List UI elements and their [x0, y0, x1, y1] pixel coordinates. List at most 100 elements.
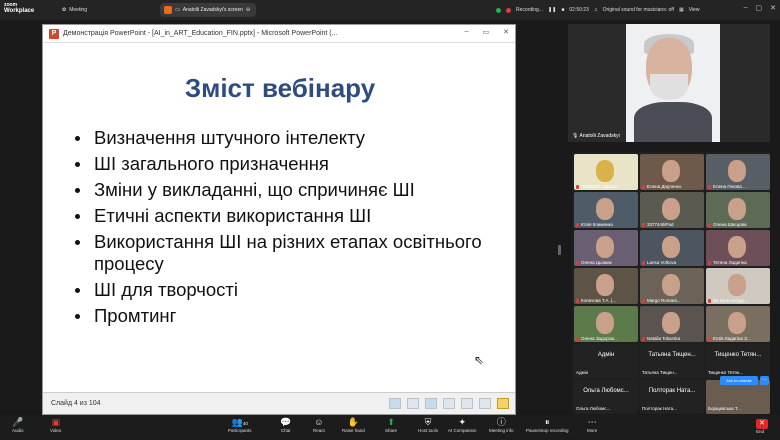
muted-mic-icon — [708, 298, 711, 303]
audio-button[interactable]: 🎤 Audio — [12, 417, 24, 438]
participant-tile[interactable]: Борщевська Т... — [706, 380, 770, 414]
participant-tile[interactable]: Копачова Т.А. (... — [574, 268, 638, 304]
pp-minimize-icon[interactable]: – — [465, 28, 469, 36]
muted-mic-icon — [642, 336, 645, 341]
powerpoint-statusbar: Слайд 4 из 104 — [43, 392, 515, 414]
raise-hand-button[interactable]: ✋ Raise hand — [342, 417, 365, 438]
ai-companion-label: AI Companion — [448, 428, 477, 433]
participant-tile[interactable]: Larisa Volkova — [640, 230, 704, 266]
participant-tile[interactable]: Елена Дядченко — [640, 154, 704, 190]
slide-bullets: Визначення штучного інтелекту ШІ загальн… — [73, 127, 503, 331]
panel-splitter[interactable] — [558, 245, 561, 255]
participant-name: Юлія Клименко — [581, 222, 614, 227]
muted-mic-icon — [576, 260, 579, 265]
end-icon[interactable]: ✕ — [756, 419, 768, 429]
mic-icon: 🎙 — [572, 133, 579, 139]
menu-icon[interactable] — [407, 398, 419, 409]
participants-icon: 👥40 — [231, 417, 248, 427]
participant-name: Тетяна Ладигіна — [713, 260, 747, 265]
pp-close-icon[interactable]: ✕ — [503, 28, 509, 36]
pause-icon[interactable]: ❚❚ — [548, 7, 556, 13]
participant-tile[interactable]: 3377448iPad — [640, 192, 704, 228]
participants-button[interactable]: 👥40 Participants — [228, 417, 252, 438]
reading-view-icon[interactable] — [479, 398, 491, 409]
participant-tile[interactable]: Юлія Клименко — [574, 192, 638, 228]
slide-sorter-icon[interactable] — [461, 398, 473, 409]
participant-tile[interactable]: Natalia Tokarska — [640, 306, 704, 342]
host-tools-button[interactable]: ⛨ Host tools — [418, 417, 438, 438]
participant-name: Олена Цьомак — [581, 260, 612, 265]
active-speaker-video[interactable]: 🎙 Anatolii Zavadskyi — [568, 24, 770, 142]
participant-name: ОНИЩУК Лариса — [581, 184, 618, 189]
top-right-status: Recording... ❚❚ ■ 02:50:23 ♫ Original so… — [496, 4, 699, 16]
stop-icon[interactable]: ■ — [561, 7, 564, 13]
powerpoint-window: P Демонстрація PowerPoint - [AI_in_ART_E… — [42, 24, 516, 415]
participant-name: Олена Швєцова — [713, 222, 747, 227]
participant-tile[interactable]: ОНИЩУК Лариса — [574, 154, 638, 190]
shield-icon: ⛨ — [424, 417, 432, 427]
participant-tile[interactable]: Ве колк-небудь... — [706, 268, 770, 304]
pause-recording-button[interactable]: ⏸ Pause/stop recording — [526, 417, 569, 438]
chat-button[interactable]: 💬 Chat — [280, 417, 291, 438]
view-button[interactable]: View — [689, 7, 700, 13]
ai-companion-button[interactable]: ✦ AI Companion — [448, 417, 477, 438]
bullet-item: Зміни у викладанні, що спричиняє ШІ — [73, 179, 503, 201]
close-icon[interactable]: ✕ — [770, 4, 776, 12]
logo-subtext: Workplace — [4, 8, 35, 14]
participant-tile[interactable]: Юлія Ладигіна З... — [706, 306, 770, 342]
participant-tile[interactable]: Тетяна Ладигіна — [706, 230, 770, 266]
share-button[interactable]: ⬆ Share — [385, 417, 397, 438]
maximize-icon[interactable]: ▢ — [756, 4, 763, 12]
bullet-item: Етичні аспекти використання ШІ — [73, 205, 503, 227]
participant-tile[interactable]: Ольга Любомс... Ольга Любомс... — [574, 380, 638, 414]
participants-count: 40 — [242, 421, 248, 426]
avatar — [728, 312, 746, 334]
participant-tile[interactable]: Олена Цьомак — [574, 230, 638, 266]
participant-tile[interactable]: Тищенко Тетян... Тищенко Тетян... — [706, 344, 770, 378]
participant-tile[interactable]: Олена Швєцова — [706, 192, 770, 228]
participant-tile[interactable]: Елена Генова ... — [706, 154, 770, 190]
participant-name: Елена Генова ... — [713, 184, 747, 189]
participant-tile[interactable]: Олена Задорож... — [574, 306, 638, 342]
share-label: Share — [385, 428, 398, 433]
react-button[interactable]: ☺ React — [313, 417, 325, 438]
recording-label[interactable]: Recording... — [516, 7, 543, 13]
muted-mic-icon — [642, 184, 645, 189]
meeting-info-button[interactable]: ⓘ Meeting info — [489, 417, 514, 438]
participant-name: Олена Задорож... — [581, 336, 618, 341]
muted-mic-icon — [576, 298, 579, 303]
next-slide-icon[interactable] — [425, 398, 437, 409]
muted-mic-icon — [576, 184, 579, 189]
powerpoint-titlebar: P Демонстрація PowerPoint - [AI_in_ART_E… — [43, 25, 515, 43]
end-button[interactable]: End — [756, 429, 764, 439]
avatar — [728, 198, 746, 220]
avatar — [662, 198, 680, 220]
slide-title: Зміст вебінару — [184, 73, 376, 103]
chat-label: Chat — [280, 428, 291, 433]
participant-tile[interactable]: Margo Romant... — [640, 268, 704, 304]
participant-tile[interactable]: Татьяна Тищен... Татьяна Тищен... — [640, 344, 704, 378]
end-label: End — [756, 429, 765, 434]
meeting-timer: 02:50:23 — [569, 7, 589, 13]
options-icon[interactable]: ⊖ — [246, 7, 250, 13]
previous-slide-icon[interactable] — [389, 398, 401, 409]
speaker-photo — [626, 24, 720, 142]
screen-share-indicator[interactable]: ▭ Anatolii Zavadskyi's screen ⊖ — [160, 3, 256, 17]
video-button[interactable]: ▣ Video — [50, 417, 61, 438]
muted-mic-icon — [576, 222, 579, 227]
muted-mic-icon — [642, 222, 645, 227]
participant-tile[interactable]: Адмін Адмін — [574, 344, 638, 378]
tile-more-icon[interactable]: ⋯ — [760, 376, 769, 385]
meeting-toolbar: 🎤 Audio ▣ Video 👥40 Participants 💬 Chat ☺ Rea… — [0, 415, 780, 440]
minimize-icon[interactable]: – — [744, 4, 748, 12]
ask-to-unmute-button[interactable]: Ask to unmute — [720, 376, 758, 385]
participant-name: 3377448iPad — [647, 222, 674, 227]
participant-tile[interactable]: Полторак Ната... Полторак Ната... — [640, 380, 704, 414]
avatar — [662, 312, 680, 334]
meeting-menu-button[interactable]: ✿ Meeting — [62, 4, 87, 16]
pp-restore-icon[interactable]: ▭ — [483, 28, 490, 36]
normal-view-icon[interactable] — [443, 398, 455, 409]
more-button[interactable]: ⋯ More — [587, 417, 597, 438]
slideshow-icon[interactable] — [497, 398, 509, 409]
original-sound-label[interactable]: Original sound for musicians: off — [603, 7, 674, 13]
